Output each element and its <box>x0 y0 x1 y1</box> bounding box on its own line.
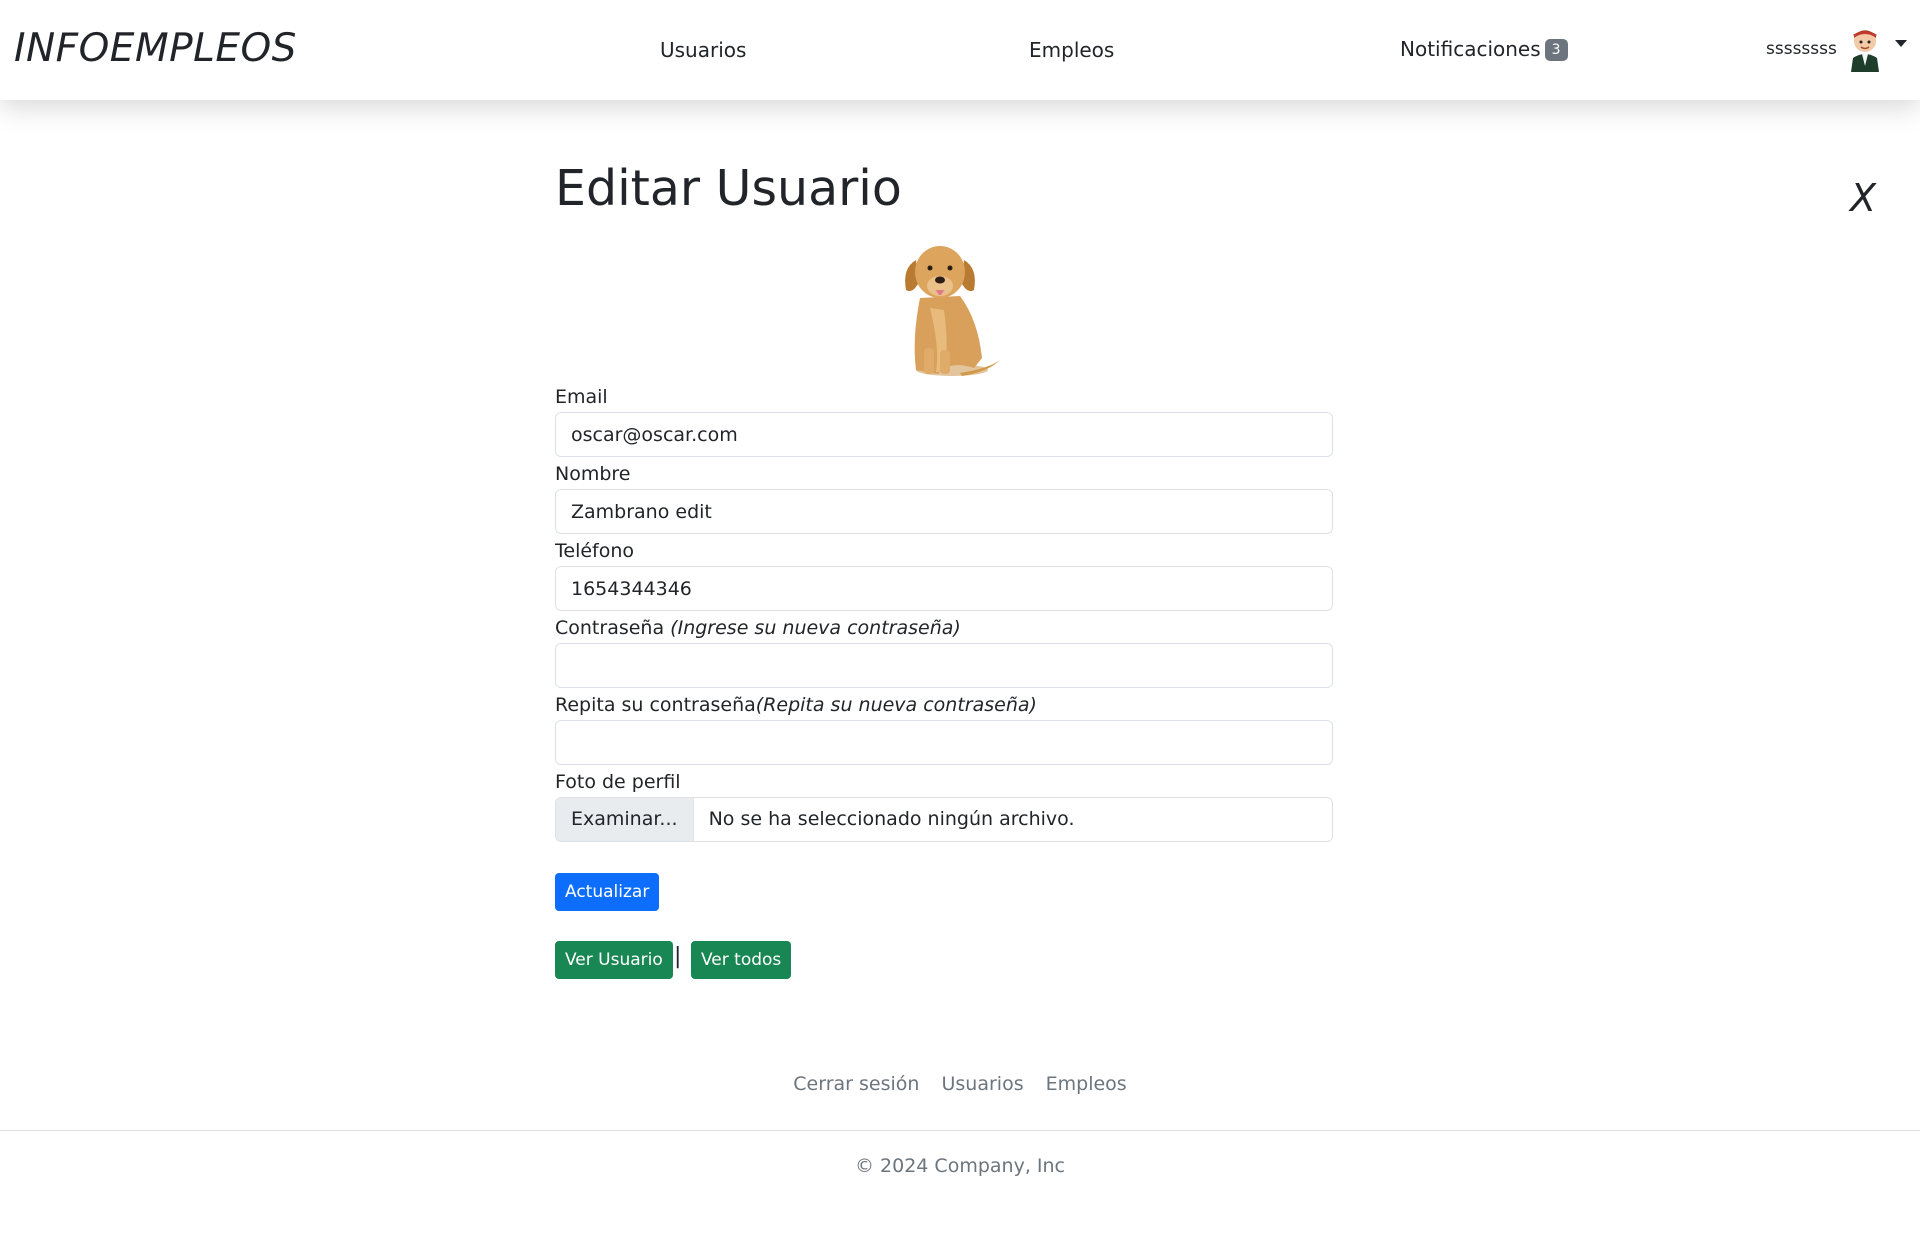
view-user-button[interactable]: Ver Usuario <box>555 941 673 979</box>
nombre-group: Nombre <box>555 463 1335 540</box>
footer-divider <box>0 1130 1920 1131</box>
nombre-label: Nombre <box>555 463 631 485</box>
edit-user-form: Email Nombre Teléfono Contraseña (Ingres… <box>555 386 1335 848</box>
password-label: Contraseña (Ingrese su nueva contraseña) <box>555 617 961 639</box>
password-repeat-label-text: Repita su contraseña <box>555 694 756 716</box>
user-name: ssssssss <box>1766 39 1837 59</box>
user-avatar-icon <box>1842 26 1887 72</box>
password-label-text: Contraseña <box>555 617 665 639</box>
profile-photo <box>905 246 1000 376</box>
password-field[interactable] <box>555 643 1333 688</box>
navbar: INFOEMPLEOS Usuarios Empleos Notificacio… <box>0 0 1920 100</box>
footer-link-empleos[interactable]: Empleos <box>1046 1073 1127 1095</box>
notifications-badge: 3 <box>1544 39 1568 61</box>
nav-link-usuarios[interactable]: Usuarios <box>660 38 746 62</box>
footer-link-logout[interactable]: Cerrar sesión <box>793 1073 919 1095</box>
notifications-label: Notificaciones <box>1400 37 1541 61</box>
footer-link-usuarios[interactable]: Usuarios <box>941 1073 1023 1095</box>
nombre-field[interactable] <box>555 489 1333 534</box>
password-hint: (Ingrese su nueva contraseña) <box>670 617 961 639</box>
brand-logo[interactable]: INFOEMPLEOS <box>14 26 297 71</box>
update-button[interactable]: Actualizar <box>555 873 660 911</box>
telefono-field[interactable] <box>555 566 1333 611</box>
password-group: Contraseña (Ingrese su nueva contraseña) <box>555 617 1335 694</box>
footer-nav: Cerrar sesión Usuarios Empleos <box>0 1073 1920 1095</box>
password-repeat-field[interactable] <box>555 720 1333 765</box>
password-repeat-hint: (Repita su nueva contraseña) <box>755 694 1037 716</box>
email-field[interactable] <box>555 412 1333 457</box>
nav-link-notificaciones[interactable]: Notificaciones 3 <box>1400 37 1568 61</box>
telefono-group: Teléfono <box>555 540 1335 617</box>
copyright: © 2024 Company, Inc <box>855 1155 1065 1177</box>
page-title: Editar Usuario <box>555 160 902 217</box>
user-menu-toggle[interactable]: ssssssss <box>1766 26 1907 72</box>
password-repeat-label: Repita su contraseña(Repita su nueva con… <box>555 694 1037 716</box>
close-button[interactable]: X <box>1850 176 1876 220</box>
nav-link-empleos[interactable]: Empleos <box>1029 38 1114 62</box>
telefono-label: Teléfono <box>555 540 635 562</box>
photo-group: Foto de perfil Examinar... No se ha sele… <box>555 771 1335 848</box>
password-repeat-group: Repita su contraseña(Repita su nueva con… <box>555 694 1335 771</box>
view-all-button[interactable]: Ver todos <box>691 941 792 979</box>
chevron-down-icon <box>1894 39 1907 47</box>
separator: | <box>674 944 682 969</box>
email-group: Email <box>555 386 1335 463</box>
photo-file-input[interactable]: Examinar... No se ha seleccionado ningún… <box>555 797 1333 842</box>
photo-label: Foto de perfil <box>555 771 681 793</box>
file-status-text: No se ha seleccionado ningún archivo. <box>708 808 1075 830</box>
browse-button[interactable]: Examinar... <box>556 798 694 841</box>
email-label: Email <box>555 386 608 408</box>
